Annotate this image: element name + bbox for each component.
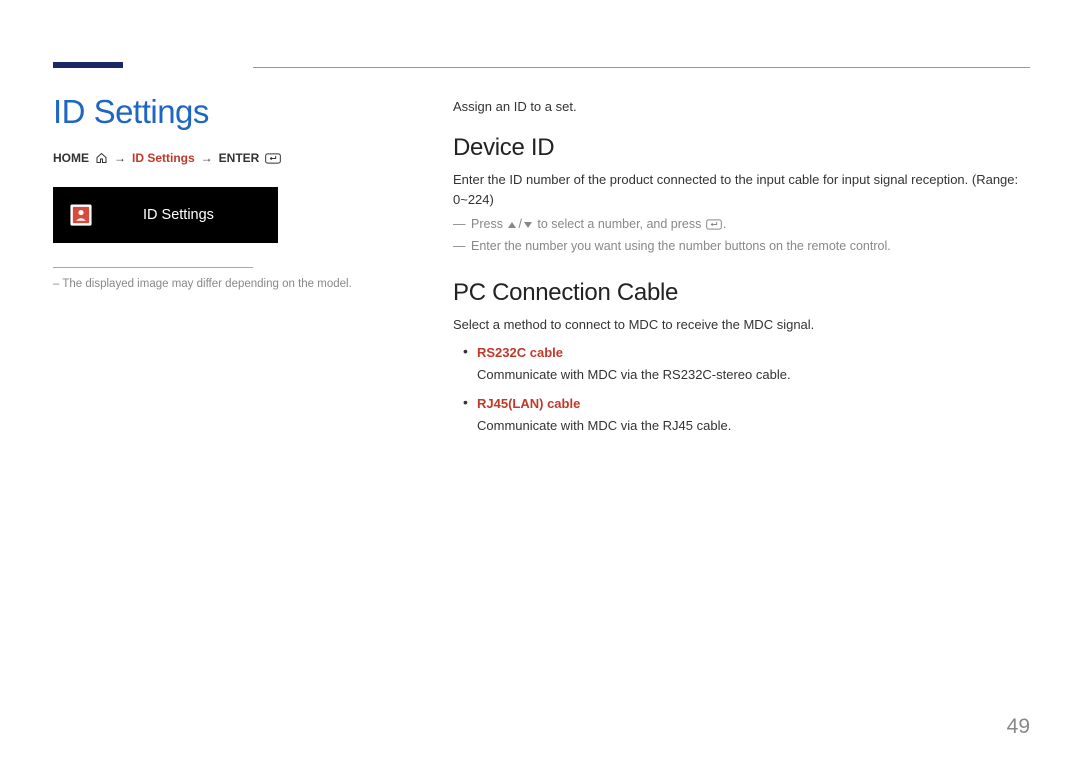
breadcrumb-current: ID Settings [132, 151, 195, 165]
option-label: RS232C cable [477, 345, 563, 360]
note-text: Press [471, 217, 506, 231]
note-text: . [723, 217, 726, 231]
intro-text: Assign an ID to a set. [453, 99, 1030, 114]
page-number: 49 [1007, 715, 1030, 739]
note-text: to select a number, and press [534, 217, 705, 231]
top-rule [253, 67, 1030, 68]
menu-card-label: ID Settings [143, 207, 214, 223]
enter-icon [706, 219, 722, 230]
option-label: RJ45(LAN) cable [477, 396, 580, 411]
top-accent-bar [53, 62, 123, 68]
arrow-icon: → [114, 151, 126, 165]
list-item: RJ45(LAN) cable Communicate with MDC via… [453, 392, 1030, 436]
page-title: ID Settings [53, 93, 413, 131]
breadcrumb-home: HOME [53, 151, 89, 165]
device-id-note-2: Enter the number you want using the numb… [471, 236, 1030, 257]
enter-icon [265, 153, 281, 164]
option-desc: Communicate with MDC via the RJ45 cable. [477, 416, 1030, 436]
device-id-note-1: Press / to select a number, and press . [471, 214, 1030, 235]
device-id-desc: Enter the ID number of the product conne… [453, 170, 1030, 210]
home-icon [95, 152, 108, 164]
breadcrumb: HOME → ID Settings → ENTER [53, 151, 413, 165]
menu-card: ID Settings [53, 187, 278, 243]
section-pc-cable-title: PC Connection Cable [453, 279, 1030, 307]
option-desc: Communicate with MDC via the RS232C-ster… [477, 365, 1030, 385]
breadcrumb-enter: ENTER [219, 151, 260, 165]
id-tag-icon [67, 201, 95, 229]
down-icon [523, 221, 533, 229]
up-icon [507, 221, 517, 229]
pc-cable-desc: Select a method to connect to MDC to rec… [453, 315, 1030, 335]
divider [53, 267, 253, 268]
image-disclaimer: The displayed image may differ depending… [53, 278, 413, 290]
arrow-icon: → [201, 151, 213, 165]
cable-options-list: RS232C cable Communicate with MDC via th… [453, 341, 1030, 436]
list-item: RS232C cable Communicate with MDC via th… [453, 341, 1030, 385]
section-device-id-title: Device ID [453, 134, 1030, 162]
